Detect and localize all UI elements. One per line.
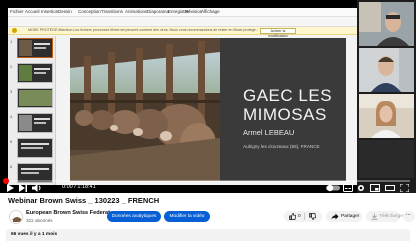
- page: Fichier Accueil Insertion Dessin Concept…: [0, 0, 416, 241]
- share-icon: [331, 213, 339, 220]
- current-time: 0:00: [62, 184, 73, 190]
- warning-icon: [12, 28, 17, 33]
- ppt-menu-item: Affichage: [201, 9, 220, 14]
- like-count: 0: [298, 214, 301, 219]
- ppt-menu-item: Transitions: [101, 9, 123, 14]
- slide-title: GAEC LES MIMOSAS: [243, 86, 332, 124]
- more-icon: ···: [406, 213, 411, 218]
- thumbnail-slide: [17, 63, 53, 83]
- thumbnail-slide: [17, 113, 53, 133]
- autoplay-toggle[interactable]: [326, 184, 340, 192]
- volume-icon[interactable]: [32, 184, 42, 192]
- ppt-notice-text: MODE PROTÉGÉ Attention-Les fichiers prov…: [28, 28, 258, 32]
- ppt-menu-item: Insertion: [41, 9, 59, 14]
- ppt-menubar: Fichier Accueil Insertion Dessin Concept…: [8, 8, 357, 17]
- edit-video-button[interactable]: Modifier la vidéo: [164, 211, 210, 222]
- slide-text-panel: GAEC LES MIMOSAS Armel LEBEAU Aubigny le…: [225, 38, 346, 181]
- thumbs-down-icon[interactable]: [309, 213, 316, 220]
- theater-mode-icon[interactable]: [385, 184, 395, 192]
- view-count-and-date: 66 vues il y a 1 mois: [11, 232, 58, 237]
- webcam-panel: [357, 0, 416, 193]
- slide-title-line-1: GAEC LES: [243, 86, 333, 105]
- thumb-number: 6: [10, 164, 13, 169]
- share-label: Partager: [341, 214, 360, 219]
- channel-avatar[interactable]: [9, 210, 23, 224]
- slide-title-line-2: MIMOSAS: [243, 105, 327, 124]
- description-box[interactable]: 66 vues il y a 1 mois: [6, 229, 410, 241]
- like-dislike-group: 0: [284, 211, 322, 222]
- powerpoint-window: Fichier Accueil Insertion Dessin Concept…: [8, 8, 357, 185]
- analytics-button[interactable]: Données analytiques: [107, 211, 161, 222]
- video-title: Webinar Brown Swiss _ 130223 _ FRENCH: [8, 196, 160, 205]
- progress-bar[interactable]: [3, 178, 410, 184]
- ppt-slide-thumbnails: 1 2 3 4 5 6: [8, 36, 56, 185]
- channel-name[interactable]: European Brown Swiss Federat...: [26, 210, 115, 216]
- save-button[interactable]: Télécharger: [366, 211, 405, 222]
- download-icon: [371, 213, 378, 220]
- ppt-menu-item: Conception: [78, 9, 101, 14]
- subtitles-icon[interactable]: [343, 184, 353, 192]
- thumbnail-slide: [17, 38, 53, 58]
- subscriber-count: 322 abonnés: [26, 218, 53, 223]
- time-display: 0:00 / 1:18:41: [62, 184, 96, 190]
- presentation-slide: GAEC LES MIMOSAS Armel LEBEAU Aubigny le…: [70, 38, 346, 181]
- ppt-ribbon: [8, 17, 357, 27]
- ppt-menu-item: Révision: [185, 9, 203, 14]
- ppt-notice-bar: MODE PROTÉGÉ Attention-Les fichiers prov…: [8, 27, 357, 38]
- slide-location: Aubigny les clouzeaux (85), FRANCE: [243, 144, 320, 149]
- ppt-menu-item: Fichier: [10, 9, 24, 14]
- settings-gear-icon[interactable]: [357, 184, 365, 192]
- duration: 1:18:41: [77, 184, 96, 190]
- webcam-participant: [359, 48, 414, 92]
- thumb-number: 3: [10, 89, 13, 94]
- thumbs-up-icon[interactable]: [289, 213, 296, 220]
- thumb-number: 5: [10, 139, 13, 144]
- thumb-number: 1: [10, 39, 13, 44]
- slide-presenter-name: Armel LEBEAU: [243, 128, 295, 137]
- more-actions-button[interactable]: ···: [403, 211, 415, 222]
- ppt-menu-item: Animations: [125, 9, 148, 14]
- ppt-menu-item: Dessin: [58, 9, 72, 14]
- save-label: Télécharger: [379, 214, 405, 219]
- thumbnail-slide: [17, 138, 53, 158]
- play-button[interactable]: [6, 184, 14, 192]
- thumb-number: 4: [10, 114, 13, 119]
- thumbnail-slide: [17, 88, 53, 108]
- fullscreen-icon[interactable]: [400, 184, 409, 192]
- cow-barn-photo: [70, 38, 220, 181]
- miniplayer-icon[interactable]: [370, 184, 380, 192]
- next-button[interactable]: [19, 184, 27, 192]
- ppt-menu-item: Accueil: [25, 9, 40, 14]
- enable-editing-button: Activer la modification: [260, 28, 296, 38]
- thumb-number: 2: [10, 64, 13, 69]
- share-button[interactable]: Partager: [326, 211, 362, 222]
- webcam-participant: [359, 94, 414, 138]
- webcam-participant: [359, 2, 414, 46]
- video-player[interactable]: Fichier Accueil Insertion Dessin Concept…: [0, 0, 416, 193]
- webcam-participant-empty: [359, 140, 414, 178]
- ppt-menu-item: Diaporama: [147, 9, 170, 14]
